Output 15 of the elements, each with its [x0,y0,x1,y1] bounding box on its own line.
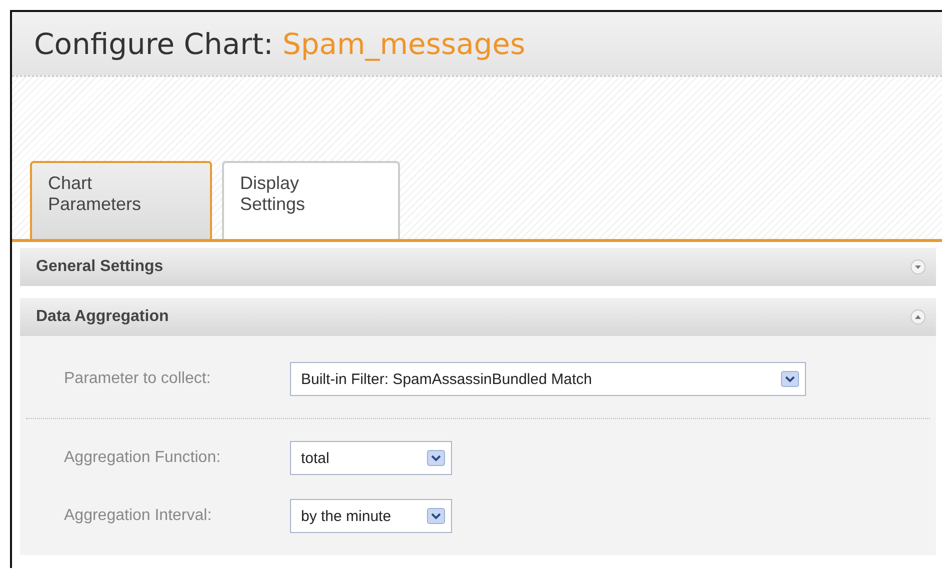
section-title: Data Aggregation [36,308,169,326]
field-label: Aggregation Interval: [64,507,213,525]
collapse-icon[interactable] [910,309,926,325]
tab[interactable]: Chart Parameters [30,161,212,239]
field-label: Parameter to collect: [64,370,212,388]
field-label: Aggregation Function: [64,449,222,467]
dropdown[interactable]: by the minute [290,499,452,533]
page-title: Configure Chart: Spam_messages [34,26,526,60]
dropdown[interactable]: Built-in Filter: SpamAssassinBundled Match [290,362,806,396]
section-header[interactable]: Data Aggregation [20,298,936,336]
tab[interactable]: Display Settings [222,161,400,239]
dropdown[interactable]: total [290,441,452,475]
section-header[interactable]: General Settings [20,248,936,286]
section-title: General Settings [36,258,164,276]
expand-icon[interactable] [910,259,926,275]
